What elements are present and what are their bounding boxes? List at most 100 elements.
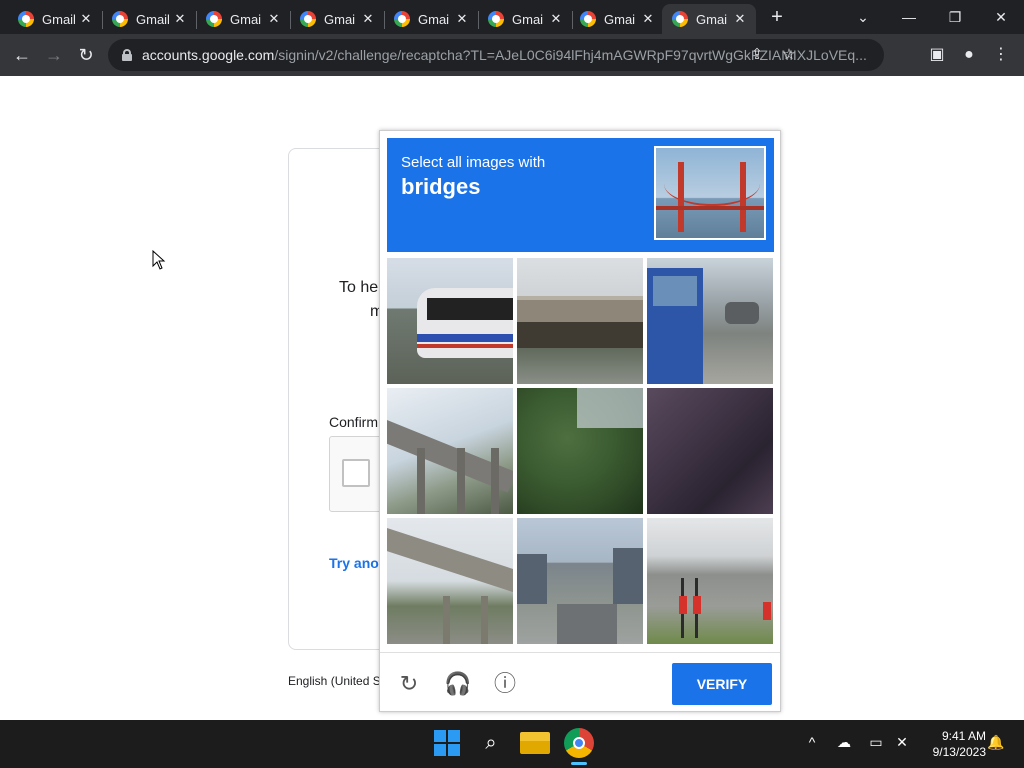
tab-label: Gmai <box>324 11 356 27</box>
overpass-deck <box>517 296 643 322</box>
tab-gmail-active[interactable]: Gmai ✕ <box>662 4 756 34</box>
tab-search-button[interactable]: ⌄ <box>840 4 886 30</box>
close-icon[interactable]: ✕ <box>548 11 564 27</box>
close-icon[interactable]: ✕ <box>732 11 748 27</box>
overpass-shadow <box>517 322 643 348</box>
tab-label: Gmail <box>42 11 76 27</box>
confirm-label: Confirm <box>329 414 379 430</box>
tile-4[interactable] <box>387 388 513 514</box>
info-icon[interactable]: ⓘ <box>492 671 518 697</box>
share-icon[interactable]: ⇪ <box>748 46 766 64</box>
google-icon <box>580 11 596 27</box>
close-icon[interactable]: ✕ <box>172 11 188 27</box>
image-grid <box>387 258 774 645</box>
google-icon <box>112 11 128 27</box>
google-icon <box>672 11 688 27</box>
close-icon[interactable]: ✕ <box>266 11 282 27</box>
close-icon[interactable]: ✕ <box>454 11 470 27</box>
minimize-button[interactable]: — <box>886 4 932 30</box>
tile-1[interactable] <box>387 258 513 384</box>
windows-logo-tile <box>448 730 460 742</box>
tile-7[interactable] <box>387 518 513 644</box>
start-button[interactable] <box>432 728 462 758</box>
display-icon[interactable]: ▭ <box>866 734 886 751</box>
google-icon <box>206 11 222 27</box>
new-tab-button[interactable]: + <box>766 6 788 28</box>
tab-gmail-4[interactable]: Gmai ✕ <box>290 4 385 34</box>
bridge-pier <box>417 448 425 514</box>
scooter-body <box>679 596 687 614</box>
profile-icon[interactable]: ● <box>958 44 980 66</box>
lock-icon[interactable] <box>122 49 132 61</box>
forward-button[interactable]: → <box>42 43 66 67</box>
bus-stripe <box>417 344 513 348</box>
search-icon[interactable]: ⌕ <box>476 728 506 758</box>
bridge-pier <box>481 596 488 644</box>
challenge-text-line1: To he <box>339 279 379 296</box>
tray-chevron-icon[interactable]: ^ <box>802 734 822 750</box>
notifications-icon[interactable]: 🔔 <box>986 734 1006 751</box>
url-host: accounts.google.com <box>142 47 275 63</box>
tile-5[interactable] <box>517 388 643 514</box>
tab-gmail-6[interactable]: Gmai ✕ <box>478 4 573 34</box>
tab-gmail-3[interactable]: Gmai ✕ <box>196 4 291 34</box>
tab-label: Gmai <box>696 11 728 27</box>
bus-window <box>427 298 513 320</box>
volume-muted-icon[interactable]: ✕ <box>892 734 912 751</box>
chrome-icon[interactable] <box>564 728 594 758</box>
tab-label: Gmai <box>230 11 262 27</box>
browser-toolbar: ← → ↻ accounts.google.com /signin/v2/cha… <box>0 34 1024 76</box>
menu-icon[interactable]: ⋮ <box>990 44 1012 66</box>
bookmark-star-icon[interactable]: ☆ <box>780 46 798 64</box>
back-button[interactable]: ← <box>10 43 34 67</box>
windows-logo-tile <box>434 730 446 742</box>
bridge-tower <box>678 162 684 232</box>
google-icon <box>488 11 504 27</box>
bus-stripe <box>417 334 513 342</box>
challenge-target: bridges <box>401 174 481 199</box>
address-bar[interactable]: accounts.google.com /signin/v2/challenge… <box>108 39 884 71</box>
file-explorer-icon[interactable] <box>520 732 550 754</box>
recaptcha-challenge: Select all images with bridges ↻ 🎧 ⓘ VER… <box>379 130 781 712</box>
recaptcha-checkbox[interactable] <box>342 459 370 487</box>
reload-challenge-icon[interactable]: ↻ <box>396 671 422 697</box>
side-panel-icon[interactable]: ▣ <box>926 44 948 66</box>
url-path: /signin/v2/challenge/recaptcha?TL=AJeL0C… <box>274 47 867 63</box>
tab-strip: Gmail ✕ Gmail ✕ Gmai ✕ Gmai ✕ Gmai ✕ Gma… <box>0 0 1024 34</box>
tab-label: Gmai <box>604 11 636 27</box>
active-app-indicator <box>571 762 587 765</box>
system-clock[interactable]: 9:41 AM 9/13/2023 <box>920 728 986 760</box>
tile-3[interactable] <box>647 258 773 384</box>
bridge-pier <box>443 596 450 644</box>
tab-gmail-2[interactable]: Gmail ✕ <box>102 4 197 34</box>
clock-date: 9/13/2023 <box>932 745 986 759</box>
challenge-header: Select all images with bridges <box>387 138 774 252</box>
tab-gmail-5[interactable]: Gmai ✕ <box>384 4 479 34</box>
onedrive-icon[interactable]: ☁ <box>834 734 854 751</box>
tile-8[interactable] <box>517 518 643 644</box>
tab-gmail-7[interactable]: Gmai ✕ <box>570 4 664 34</box>
bridge-pier <box>457 448 465 514</box>
tile-9[interactable] <box>647 518 773 644</box>
reload-button[interactable]: ↻ <box>74 43 98 67</box>
scooter-body <box>763 602 771 620</box>
bridge-deck <box>387 528 513 599</box>
language-selector[interactable]: English (United S <box>288 674 381 688</box>
bridge-tower <box>740 162 746 232</box>
close-window-button[interactable]: ✕ <box>978 4 1024 30</box>
tile-2[interactable] <box>517 258 643 384</box>
restore-button[interactable]: ❐ <box>932 4 978 30</box>
close-icon[interactable]: ✕ <box>640 11 656 27</box>
google-icon <box>394 11 410 27</box>
tab-gmail-1[interactable]: Gmail ✕ <box>8 4 103 34</box>
close-icon[interactable]: ✕ <box>360 11 376 27</box>
car-shape <box>725 302 759 324</box>
tab-label: Gmai <box>418 11 450 27</box>
close-icon[interactable]: ✕ <box>78 11 94 27</box>
verify-button[interactable]: VERIFY <box>672 663 772 705</box>
try-another-way-link[interactable]: Try anot <box>329 555 383 571</box>
audio-challenge-icon[interactable]: 🎧 <box>444 671 471 697</box>
sample-bridge-image <box>654 146 766 240</box>
tile-6[interactable] <box>647 388 773 514</box>
mouse-cursor-icon <box>152 250 166 270</box>
